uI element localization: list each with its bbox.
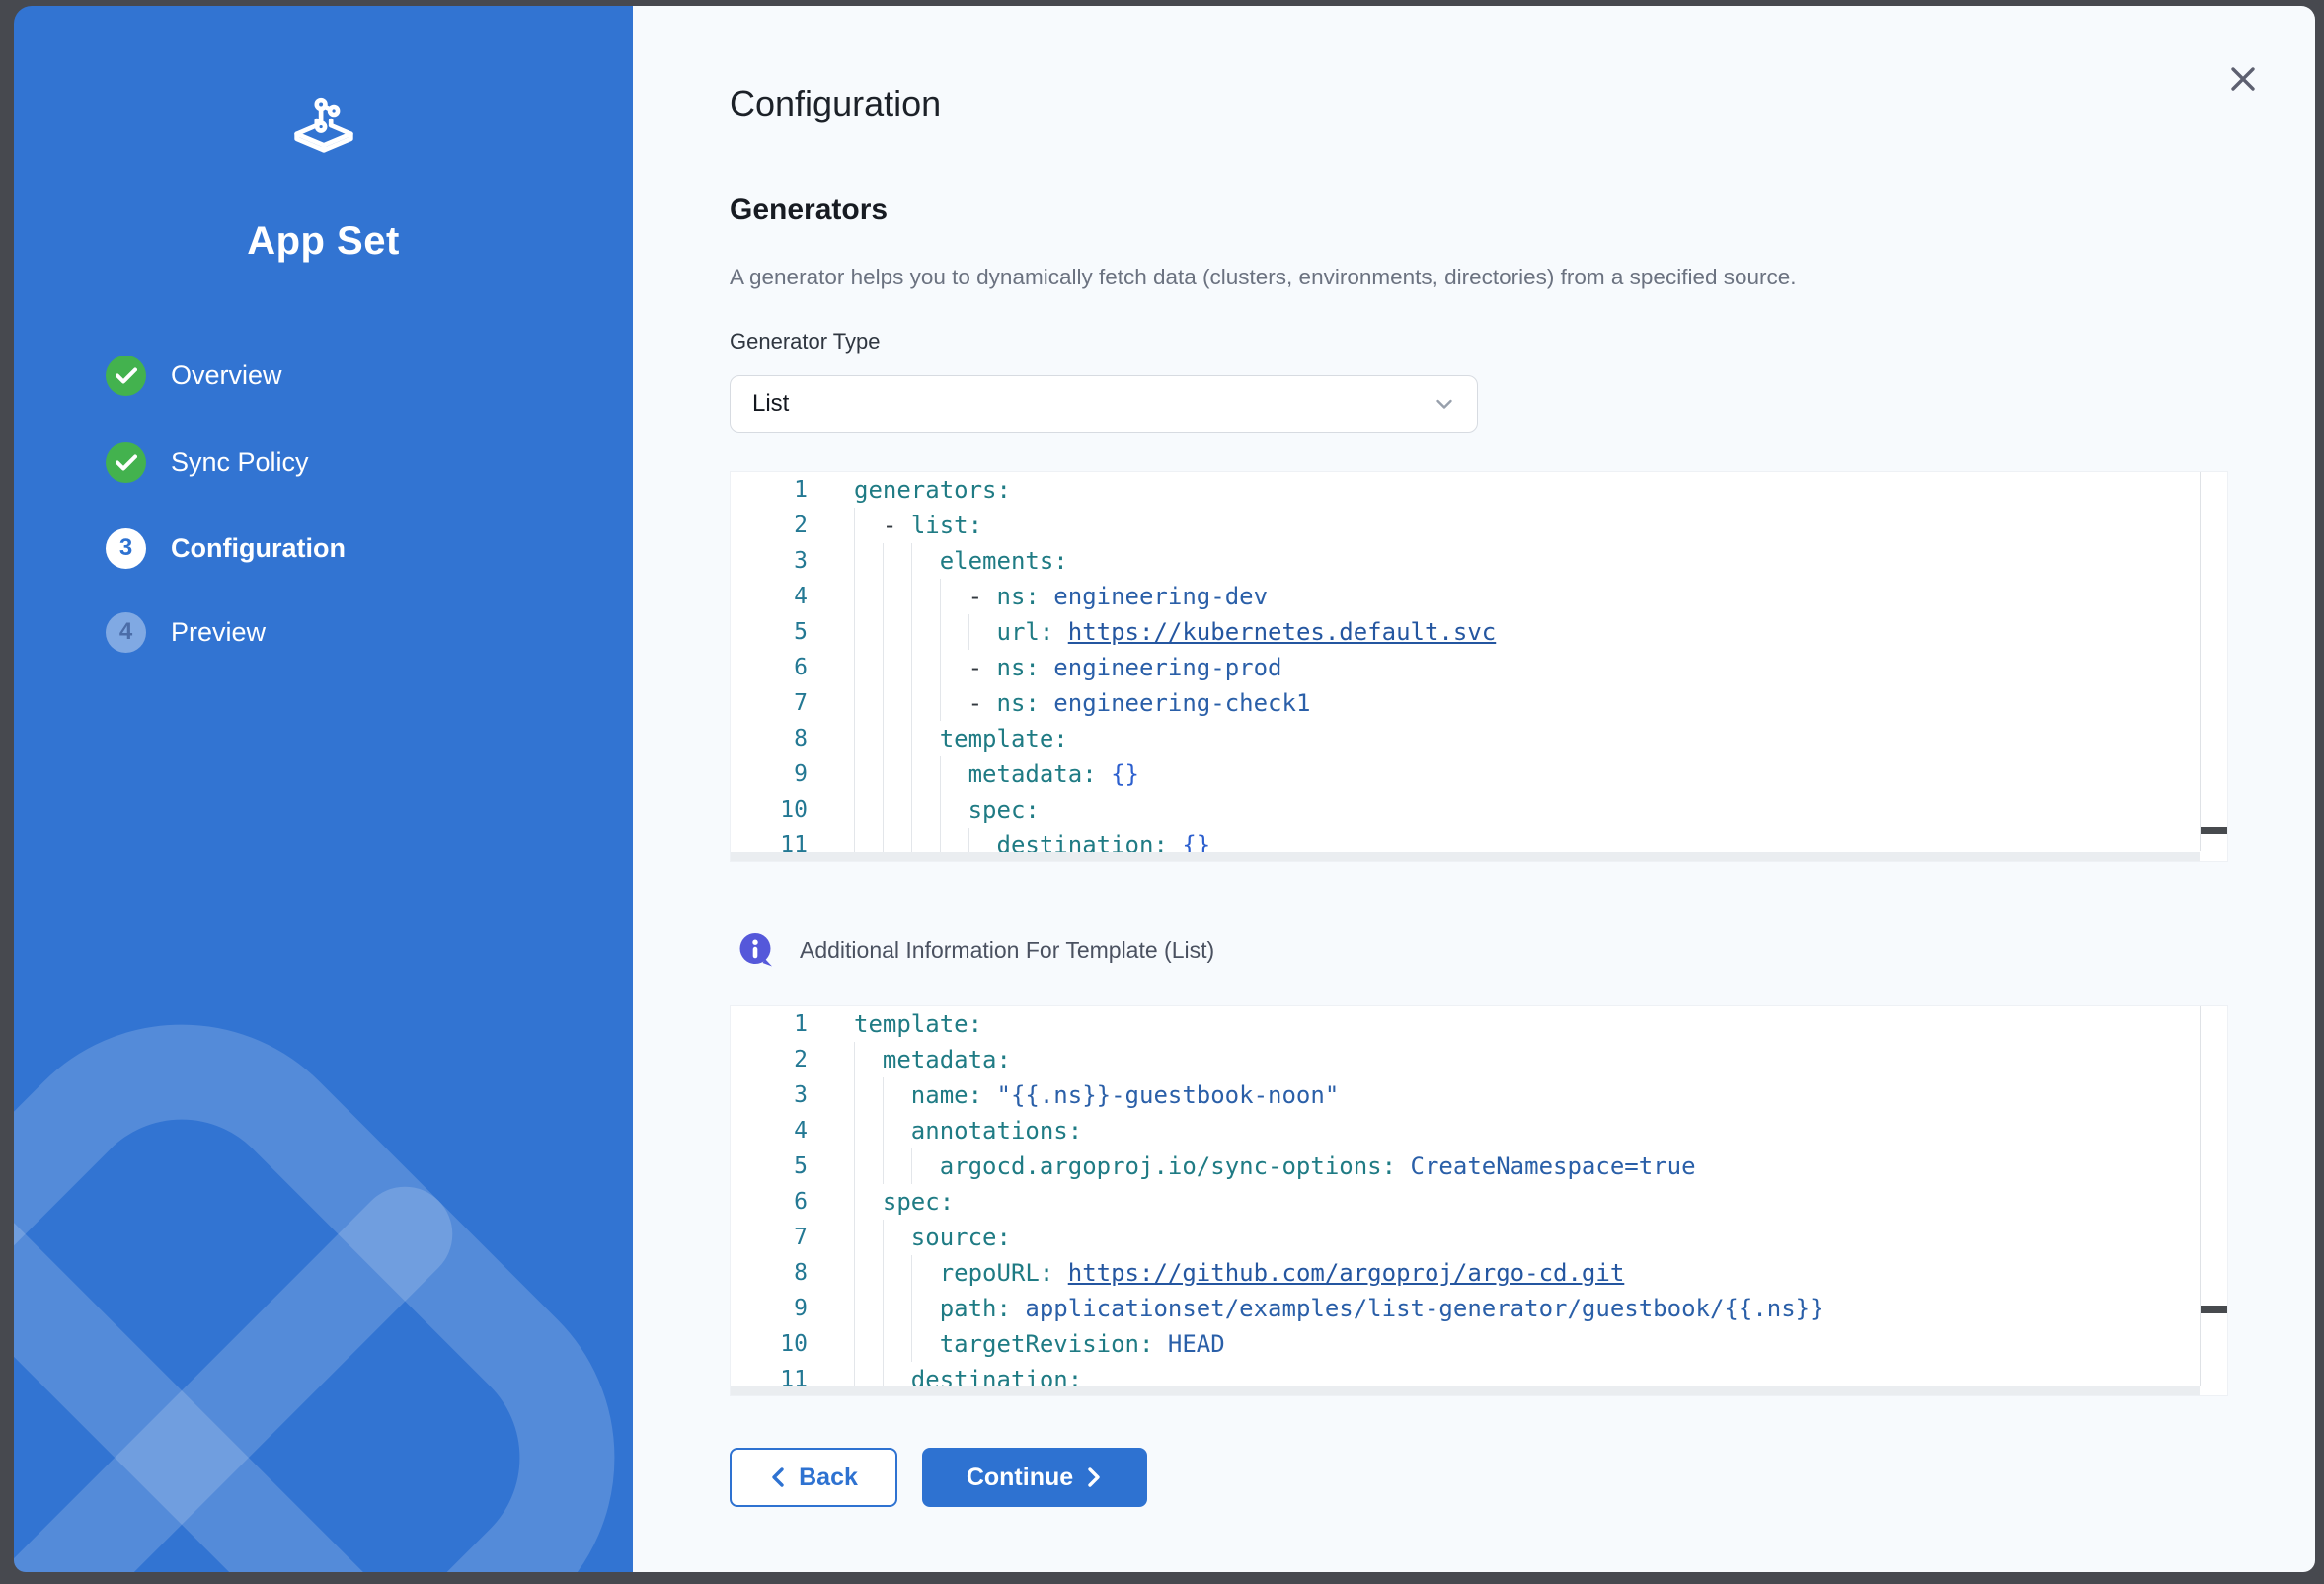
generators-heading: Generators bbox=[730, 194, 888, 227]
page-title: Configuration bbox=[730, 83, 941, 124]
app-set-wizard-modal: App Set Overview Sync Policy 3 Configura… bbox=[14, 6, 2315, 1572]
code-line: 2 - list: bbox=[731, 508, 2227, 543]
chevron-down-icon bbox=[1433, 393, 1455, 415]
check-icon bbox=[106, 442, 146, 483]
line-number: 9 bbox=[731, 1291, 808, 1326]
code-line: 2 metadata: bbox=[731, 1042, 2227, 1077]
wizard-sidebar: App Set Overview Sync Policy 3 Configura… bbox=[14, 6, 633, 1572]
scrollbar-track bbox=[2200, 1006, 2201, 1386]
continue-button[interactable]: Continue bbox=[922, 1448, 1147, 1507]
code-line: 7 - ns: engineering-check1 bbox=[731, 685, 2227, 721]
code-line: 10 spec: bbox=[731, 792, 2227, 828]
line-number: 8 bbox=[731, 721, 808, 756]
info-icon bbox=[738, 932, 774, 968]
additional-info-label: Additional Information For Template (Lis… bbox=[800, 937, 1214, 964]
template-yaml-editor[interactable]: 1template:2 metadata:3 name: "{{.ns}}-gu… bbox=[730, 1005, 2228, 1396]
code-line: 7 source: bbox=[731, 1220, 2227, 1255]
line-number: 6 bbox=[731, 650, 808, 685]
code-line: 6 - ns: engineering-prod bbox=[731, 650, 2227, 685]
line-number: 3 bbox=[731, 1077, 808, 1113]
line-number: 2 bbox=[731, 1042, 808, 1077]
generator-type-value: List bbox=[752, 390, 1433, 418]
check-icon bbox=[106, 356, 146, 396]
line-number: 6 bbox=[731, 1184, 808, 1220]
close-icon[interactable] bbox=[2221, 57, 2265, 101]
configuration-panel: Configuration Generators A generator hel… bbox=[633, 6, 2315, 1572]
generator-type-label: Generator Type bbox=[730, 329, 880, 355]
line-number: 5 bbox=[731, 1148, 808, 1184]
code-line: 3 elements: bbox=[731, 543, 2227, 579]
line-number: 10 bbox=[731, 792, 808, 828]
additional-info-row: Additional Information For Template (Lis… bbox=[738, 932, 1214, 968]
line-number: 9 bbox=[731, 756, 808, 792]
sidebar-step-overview[interactable]: Overview bbox=[106, 354, 282, 397]
scrollbar-track bbox=[2200, 472, 2201, 851]
continue-button-label: Continue bbox=[967, 1464, 1073, 1492]
sidebar-step-sync-policy[interactable]: Sync Policy bbox=[106, 440, 309, 484]
app-set-box-icon bbox=[288, 95, 359, 162]
code-line: 8 template: bbox=[731, 721, 2227, 756]
line-number: 7 bbox=[731, 685, 808, 721]
knot-watermark-icon bbox=[14, 993, 633, 1572]
chevron-right-icon bbox=[1085, 1465, 1103, 1489]
line-number: 7 bbox=[731, 1220, 808, 1255]
code-line: 4 annotations: bbox=[731, 1113, 2227, 1148]
step-label: Configuration bbox=[171, 533, 346, 564]
generators-description: A generator helps you to dynamically fet… bbox=[730, 265, 1797, 290]
line-number: 1 bbox=[731, 1006, 808, 1042]
code-line: 5 argocd.argoproj.io/sync-options: Creat… bbox=[731, 1148, 2227, 1184]
back-button-label: Back bbox=[799, 1464, 858, 1492]
line-number: 4 bbox=[731, 579, 808, 614]
code-line: 9 metadata: {} bbox=[731, 756, 2227, 792]
line-number: 5 bbox=[731, 614, 808, 650]
sidebar-step-configuration[interactable]: 3 Configuration bbox=[106, 526, 346, 570]
code-line: 4 - ns: engineering-dev bbox=[731, 579, 2227, 614]
line-number: 3 bbox=[731, 543, 808, 579]
back-button[interactable]: Back bbox=[730, 1448, 897, 1507]
horizontal-scrollbar-track bbox=[731, 1386, 2200, 1395]
code-line: 3 name: "{{.ns}}-guestbook-noon" bbox=[731, 1077, 2227, 1113]
line-number: 1 bbox=[731, 472, 808, 508]
code-line: 6 spec: bbox=[731, 1184, 2227, 1220]
code-lines: 1template:2 metadata:3 name: "{{.ns}}-gu… bbox=[731, 1006, 2227, 1396]
step-number-badge: 3 bbox=[106, 528, 146, 569]
code-line: 9 path: applicationset/examples/list-gen… bbox=[731, 1291, 2227, 1326]
code-lines: 1generators:2 - list:3 elements:4 - ns: … bbox=[731, 472, 2227, 862]
line-number: 8 bbox=[731, 1255, 808, 1291]
code-line: 1template: bbox=[731, 1006, 2227, 1042]
horizontal-scrollbar-track bbox=[731, 852, 2200, 861]
code-line: 1generators: bbox=[731, 472, 2227, 508]
generator-type-select[interactable]: List bbox=[730, 375, 1478, 433]
line-number: 2 bbox=[731, 508, 808, 543]
line-number: 10 bbox=[731, 1326, 808, 1362]
scrollbar-thumb[interactable] bbox=[2201, 827, 2227, 834]
app-title: App Set bbox=[14, 219, 633, 264]
step-label: Preview bbox=[171, 617, 266, 648]
code-line: 10 targetRevision: HEAD bbox=[731, 1326, 2227, 1362]
step-label: Overview bbox=[171, 360, 282, 391]
line-number: 4 bbox=[731, 1113, 808, 1148]
generator-yaml-editor[interactable]: 1generators:2 - list:3 elements:4 - ns: … bbox=[730, 471, 2228, 862]
code-line: 5 url: https://kubernetes.default.svc bbox=[731, 614, 2227, 650]
sidebar-step-preview[interactable]: 4 Preview bbox=[106, 610, 266, 654]
chevron-left-icon bbox=[769, 1465, 787, 1489]
scrollbar-thumb[interactable] bbox=[2201, 1306, 2227, 1313]
step-label: Sync Policy bbox=[171, 447, 309, 478]
step-number-badge: 4 bbox=[106, 612, 146, 653]
code-line: 8 repoURL: https://github.com/argoproj/a… bbox=[731, 1255, 2227, 1291]
